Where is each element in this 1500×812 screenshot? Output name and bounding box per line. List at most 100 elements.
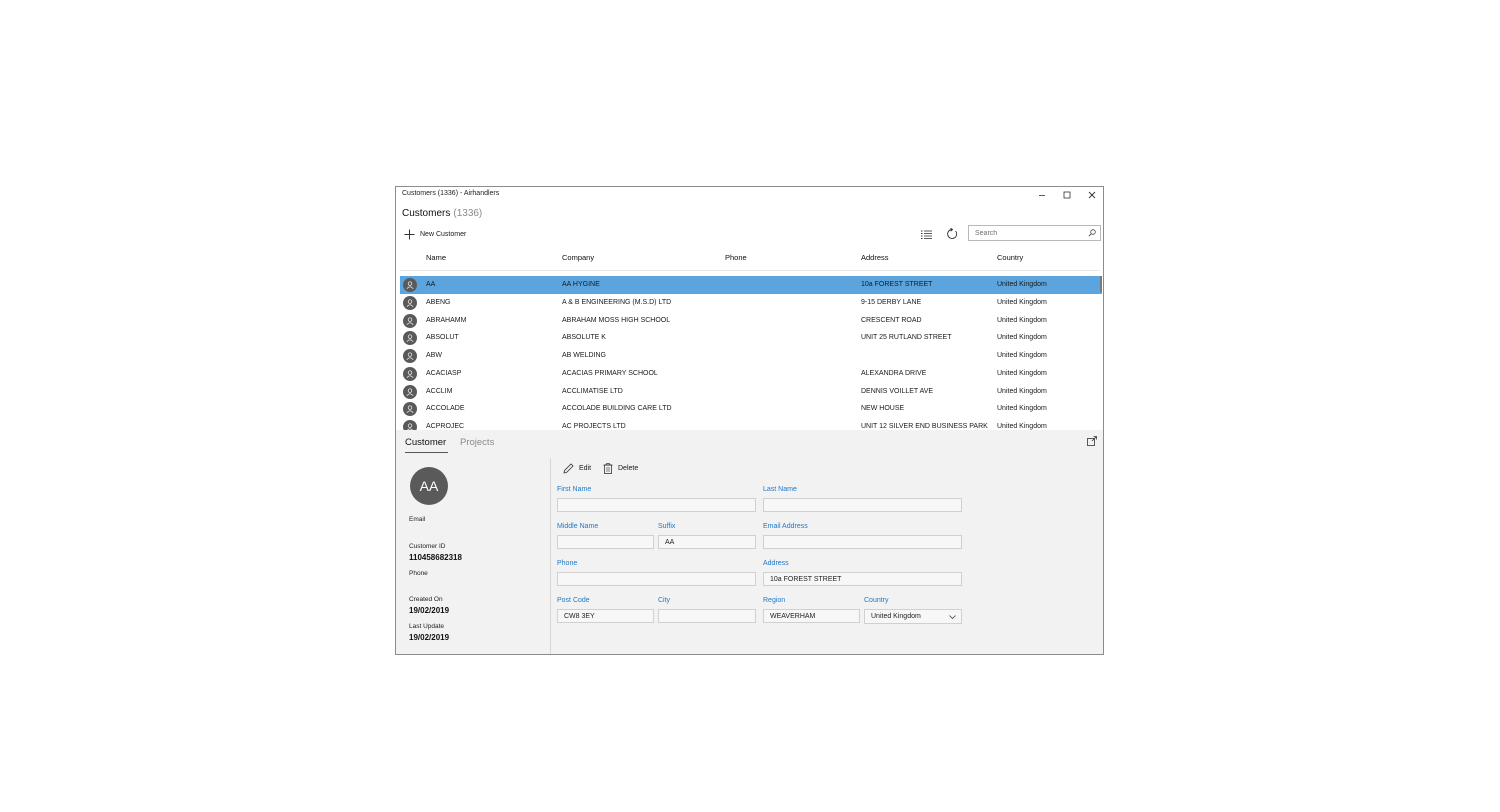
- page-title-text: Customers: [402, 208, 451, 219]
- post-code-field[interactable]: CW8 3EY: [557, 609, 654, 623]
- column-header-phone[interactable]: Phone: [725, 253, 747, 262]
- window-title: Customers (1336) - Airhandlers: [402, 190, 500, 197]
- region-field[interactable]: WEAVERHAM: [763, 609, 860, 623]
- table-row[interactable]: ABSOLUT ABSOLUTE K UNIT 25 RUTLAND STREET U…: [400, 329, 1102, 347]
- column-header-company[interactable]: Company: [562, 253, 594, 262]
- cell-name: AA: [426, 281, 436, 288]
- person-icon: [403, 278, 417, 292]
- cell-company: ACCLIMATISE LTD: [562, 387, 623, 395]
- table-row[interactable]: ABRAHAMM ABRAHAM MOSS HIGH SCHOOL CRESCENT…: [400, 312, 1102, 330]
- post-code-label: Post Code: [557, 597, 590, 604]
- cell-country: United Kingdom: [997, 298, 1047, 306]
- person-icon: [403, 384, 417, 399]
- title-bar[interactable]: Customers (1336) - Airhandlers: [396, 187, 1103, 203]
- cell-address: UNIT 25 RUTLAND STREET: [861, 334, 952, 342]
- delete-label: Delete: [618, 464, 639, 472]
- cell-country: United Kingdom: [997, 352, 1047, 359]
- phone-field[interactable]: [557, 572, 756, 586]
- person-icon: [403, 331, 417, 346]
- delete-button[interactable]: Delete: [603, 461, 638, 475]
- phone-field-label: Phone: [557, 560, 578, 567]
- cell-name: ACACIASP: [426, 369, 462, 377]
- cell-country: United Kingdom: [997, 334, 1047, 342]
- person-icon: [403, 295, 417, 310]
- tab-projects[interactable]: Projects: [460, 437, 494, 448]
- list-scrollbar[interactable]: [1100, 276, 1102, 292]
- middle-name-label: Middle Name: [557, 523, 599, 530]
- search-input[interactable]: [969, 226, 1087, 240]
- table-row[interactable]: ABENG A & B ENGINEERING (M.S.D) LTD 9-15 D…: [400, 294, 1102, 312]
- country-select[interactable]: United Kingdom: [864, 609, 962, 624]
- edit-label: Edit: [579, 464, 592, 472]
- column-header-name[interactable]: Name: [426, 253, 446, 262]
- first-name-label: First Name: [557, 486, 592, 493]
- column-header-country[interactable]: Country: [997, 253, 1023, 262]
- app-window: Customers (1336) - Airhandlers Customers…: [395, 186, 1104, 655]
- refresh-icon: [947, 228, 958, 239]
- cell-address: NEW HOUSE: [861, 405, 905, 413]
- table-row[interactable]: ACACIASP ACACIAS PRIMARY SCHOOL ALEXANDRA …: [400, 365, 1102, 383]
- cell-company: AC PROJECTS LTD: [562, 423, 626, 430]
- popout-icon[interactable]: [1087, 436, 1097, 446]
- search-icon[interactable]: [1088, 229, 1096, 237]
- close-button[interactable]: [1079, 187, 1103, 203]
- cell-name: ABW: [426, 352, 442, 359]
- address-field[interactable]: 10a FOREST STREET: [763, 572, 962, 586]
- cell-company: ACCOLADE BUILDING CARE LTD: [562, 405, 672, 413]
- list-icon: [920, 230, 932, 239]
- cell-address: 9-15 DERBY LANE: [861, 298, 922, 306]
- last-name-label: Last Name: [763, 486, 797, 493]
- column-header-address[interactable]: Address: [861, 253, 889, 262]
- suffix-field[interactable]: AA: [658, 535, 756, 549]
- table-row[interactable]: ACCLIM ACCLIMATISE LTD DENNIS VOILLET AVE U…: [400, 383, 1102, 401]
- city-label: City: [658, 597, 671, 604]
- city-field[interactable]: [658, 609, 756, 623]
- person-icon: [403, 366, 417, 381]
- chevron-down-icon: [949, 615, 956, 620]
- table-row[interactable]: ABW AB WELDING United Kingdom: [400, 347, 1102, 365]
- cell-country: United Kingdom: [997, 387, 1047, 395]
- refresh-button[interactable]: [945, 227, 959, 241]
- cell-company: AA HYGINE: [562, 281, 600, 288]
- cell-name: ABSOLUT: [426, 334, 459, 342]
- cell-name: ACPROJEC: [426, 423, 465, 430]
- first-name-field[interactable]: [557, 498, 756, 512]
- cell-company: A & B ENGINEERING (M.S.D) LTD: [562, 298, 672, 306]
- list-view-button[interactable]: [919, 227, 933, 241]
- pencil-icon: [563, 462, 574, 474]
- table-row[interactable]: ACCOLADE ACCOLADE BUILDING CARE LTD NEW HO…: [400, 400, 1102, 418]
- email-address-field[interactable]: [763, 535, 962, 549]
- cell-name: ABRAHAMM: [426, 316, 467, 324]
- cell-country: United Kingdom: [997, 369, 1047, 377]
- close-icon: [1088, 191, 1095, 199]
- maximize-icon: [1063, 191, 1070, 199]
- table-row[interactable]: ACPROJEC AC PROJECTS LTD UNIT 12 SILVER EN…: [400, 418, 1102, 430]
- minimize-icon: [1038, 195, 1045, 196]
- cell-address: UNIT 12 SILVER END BUSINESS PARK: [861, 423, 988, 430]
- country-select-value: United Kingdom: [871, 613, 921, 620]
- middle-name-field[interactable]: [557, 535, 654, 549]
- new-customer-button[interactable]: New Customer: [404, 227, 466, 241]
- last-update-label: Last Update: [409, 623, 445, 630]
- plus-icon: [404, 229, 415, 239]
- suffix-label: Suffix: [658, 523, 676, 530]
- person-icon: [403, 313, 417, 328]
- customer-list[interactable]: AA AA HYGINE 10a FOREST STREET United Kingd…: [400, 276, 1102, 430]
- maximize-button[interactable]: [1054, 187, 1079, 203]
- cell-name: ABENG: [426, 298, 451, 306]
- cell-country: United Kingdom: [997, 281, 1047, 288]
- customer-id-label: Customer ID: [409, 543, 446, 550]
- search-box[interactable]: [968, 225, 1101, 241]
- person-icon: [403, 420, 417, 430]
- edit-button[interactable]: Edit: [563, 461, 591, 475]
- new-customer-label: New Customer: [420, 230, 467, 238]
- trash-icon: [603, 462, 613, 474]
- minimize-button[interactable]: [1029, 187, 1054, 203]
- table-row[interactable]: AA AA HYGINE 10a FOREST STREET United Kingd…: [400, 276, 1102, 294]
- person-icon: [403, 349, 417, 363]
- cell-name: ACCLIM: [426, 387, 453, 395]
- tab-customer[interactable]: Customer: [405, 437, 446, 448]
- customer-avatar: AA: [410, 467, 448, 505]
- cell-company: ABRAHAM MOSS HIGH SCHOOL: [562, 316, 671, 324]
- last-name-field[interactable]: [763, 498, 962, 512]
